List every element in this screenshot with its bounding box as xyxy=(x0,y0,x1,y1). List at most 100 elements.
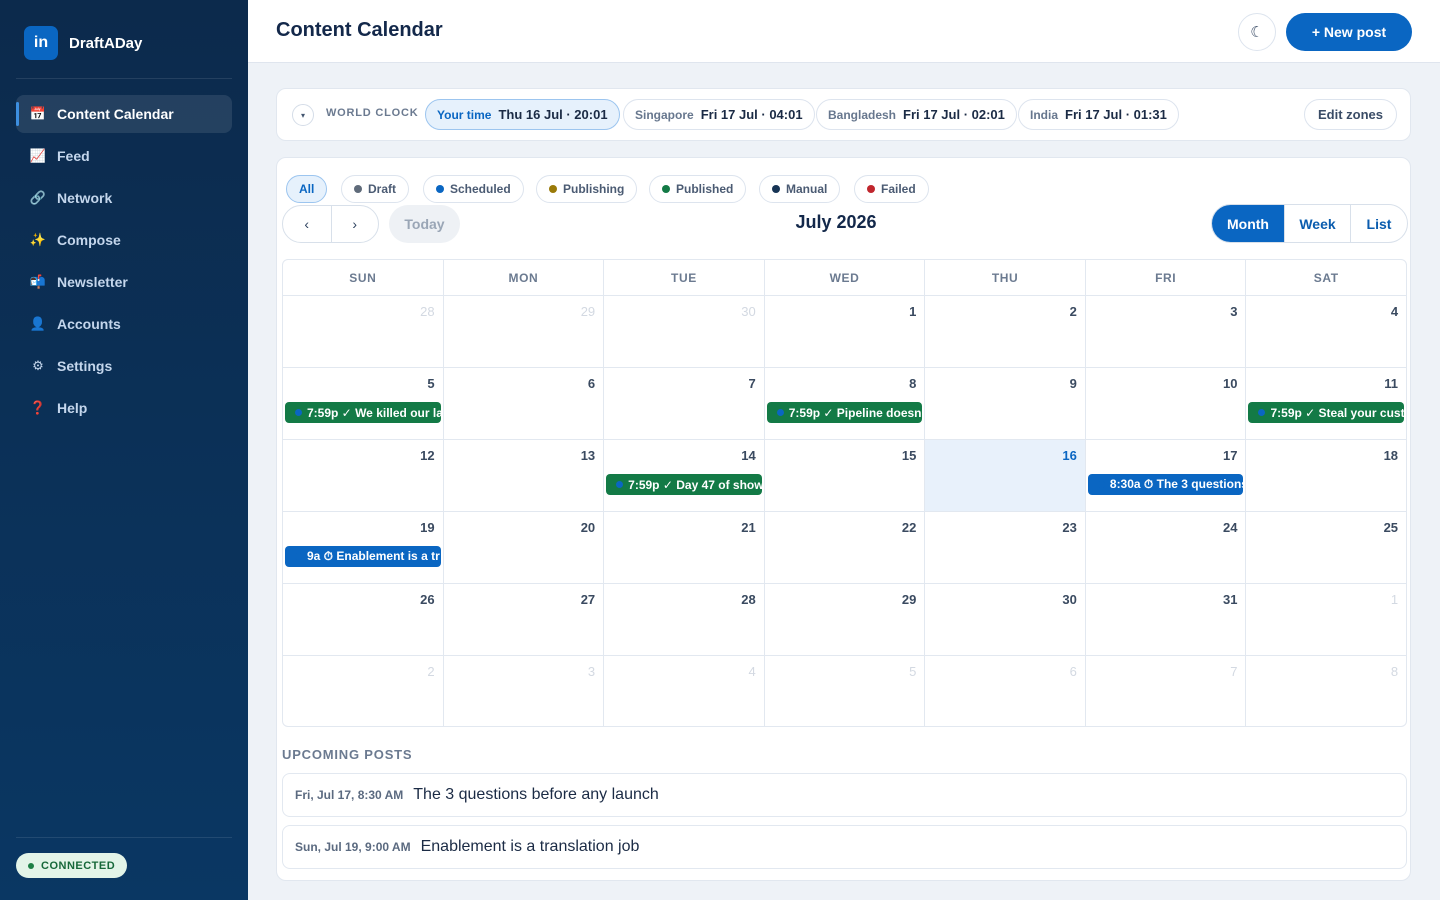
day-cell[interactable]: 3 xyxy=(1084,296,1246,367)
day-cell[interactable]: 15 xyxy=(763,440,925,511)
sidebar-item-settings[interactable]: ⚙ Settings xyxy=(16,347,232,385)
filter-manual[interactable]: Manual xyxy=(759,175,841,203)
calendar-event[interactable]: 7:59p ✓ Pipeline doesn't xyxy=(766,402,923,423)
view-week-button[interactable]: Week xyxy=(1284,205,1350,242)
view-month-button[interactable]: Month xyxy=(1212,205,1284,242)
edit-zones-button[interactable]: Edit zones xyxy=(1304,99,1397,130)
day-cell[interactable]: 4 xyxy=(1245,296,1406,367)
day-cell[interactable]: 31 xyxy=(1084,584,1246,655)
day-number: 23 xyxy=(1062,520,1077,535)
day-number: 7 xyxy=(748,376,756,391)
day-cell[interactable]: 29 xyxy=(442,296,604,367)
upcoming-post-row[interactable]: Fri, Jul 17, 8:30 AM The 3 questions befo… xyxy=(282,773,1407,817)
week-row: 19 9a ⏱ Enablement is a tr 20 21 22 23 24 25 xyxy=(283,512,1406,584)
day-cell[interactable]: 24 xyxy=(1084,512,1246,583)
day-number: 8 xyxy=(1390,664,1399,679)
moon-icon: ☾ xyxy=(1250,24,1264,41)
day-cell[interactable]: 27 xyxy=(442,584,604,655)
day-number: 7 xyxy=(1230,664,1238,679)
day-cell[interactable]: 9 xyxy=(924,368,1085,439)
day-cell[interactable]: 2 xyxy=(283,656,443,726)
theme-toggle-button[interactable]: ☾ xyxy=(1238,13,1276,51)
sidebar-item-label: Feed xyxy=(57,148,90,164)
world-clock-toggle-button[interactable]: ▾ xyxy=(292,104,314,126)
calendar-event[interactable]: 8:30a ⏱ The 3 questions xyxy=(1087,474,1244,495)
day-cell[interactable]: 28 xyxy=(603,584,764,655)
sidebar-item-accounts[interactable]: 👤 Accounts xyxy=(16,305,232,343)
day-cell[interactable]: 19 9a ⏱ Enablement is a tr xyxy=(283,512,443,583)
day-cell[interactable]: 3 xyxy=(442,656,604,726)
day-cell[interactable]: 17 8:30a ⏱ The 3 questions xyxy=(1084,440,1246,511)
day-cell[interactable]: 2 xyxy=(924,296,1085,367)
day-cell[interactable]: 6 xyxy=(924,656,1085,726)
filter-published[interactable]: Published xyxy=(649,175,747,203)
zone-pill-your-time[interactable]: Your time Thu 16 Jul · 20:01 xyxy=(425,99,620,130)
upcoming-posts-title: UPCOMING POSTS xyxy=(282,747,413,762)
day-cell[interactable]: 30 xyxy=(603,296,764,367)
filter-failed[interactable]: Failed xyxy=(854,175,929,203)
calendar-event[interactable]: 7:59p ✓ We killed our la xyxy=(285,402,441,423)
day-cell[interactable]: 7 xyxy=(1084,656,1246,726)
next-month-button[interactable]: › xyxy=(330,206,379,242)
day-cell-today[interactable]: 16 xyxy=(924,440,1085,511)
upcoming-post-row[interactable]: Sun, Jul 19, 9:00 AM Enablement is a tran… xyxy=(282,825,1407,869)
day-cell[interactable]: 8 7:59p ✓ Pipeline doesn't xyxy=(763,368,925,439)
zone-pill-bangladesh[interactable]: Bangladesh Fri 17 Jul · 02:01 xyxy=(816,99,1017,130)
status-dot-icon xyxy=(436,185,444,193)
day-cell[interactable]: 20 xyxy=(442,512,604,583)
calendar-event[interactable]: 9a ⏱ Enablement is a tr xyxy=(285,546,441,567)
day-cell[interactable]: 30 xyxy=(924,584,1085,655)
linkedin-dot-icon xyxy=(295,409,302,416)
day-cell[interactable]: 11 7:59p ✓ Steal your custo xyxy=(1245,368,1406,439)
day-number: 5 xyxy=(427,376,435,391)
sidebar-item-help[interactable]: ❓ Help xyxy=(16,389,232,427)
day-cell[interactable]: 4 xyxy=(603,656,764,726)
day-number: 29 xyxy=(901,592,917,607)
filter-scheduled[interactable]: Scheduled xyxy=(423,175,524,203)
sidebar-item-content-calendar[interactable]: 📅 Content Calendar xyxy=(16,95,232,133)
calendar-event[interactable]: 7:59p ✓ Day 47 of show xyxy=(606,474,762,495)
upcoming-post-time: Fri, Jul 17, 8:30 AM xyxy=(295,788,404,802)
day-cell[interactable]: 23 xyxy=(924,512,1085,583)
prev-month-button[interactable]: ‹ xyxy=(283,206,331,242)
view-list-button[interactable]: List xyxy=(1350,205,1407,242)
day-cell[interactable]: 18 xyxy=(1245,440,1406,511)
filter-label: Publishing xyxy=(563,182,625,196)
day-cell[interactable]: 1 xyxy=(1245,584,1406,655)
day-cell[interactable]: 8 xyxy=(1245,656,1406,726)
zone-pill-singapore[interactable]: Singapore Fri 17 Jul · 04:01 xyxy=(623,99,815,130)
day-cell[interactable]: 5 xyxy=(763,656,925,726)
brand-logo-icon: in xyxy=(24,26,58,60)
day-cell[interactable]: 29 xyxy=(763,584,925,655)
day-cell[interactable]: 21 xyxy=(603,512,764,583)
day-cell[interactable]: 5 7:59p ✓ We killed our la xyxy=(283,368,443,439)
sidebar-item-newsletter[interactable]: 📬 Newsletter xyxy=(16,263,232,301)
new-post-button[interactable]: + New post xyxy=(1286,13,1412,51)
month-grid: SUN MON TUE WED THU FRI SAT 28 29 30 1 2 3 4 5 7:59p ✓… xyxy=(282,259,1407,727)
day-cell[interactable]: 26 xyxy=(283,584,443,655)
today-button[interactable]: Today xyxy=(389,205,460,243)
day-cell[interactable]: 6 xyxy=(442,368,604,439)
day-cell[interactable]: 10 xyxy=(1084,368,1246,439)
day-cell[interactable]: 1 xyxy=(763,296,925,367)
day-number: 26 xyxy=(420,592,435,607)
day-cell[interactable]: 22 xyxy=(763,512,925,583)
brand[interactable]: in DraftADay xyxy=(24,26,142,60)
day-cell[interactable]: 12 xyxy=(283,440,443,511)
filter-publishing[interactable]: Publishing xyxy=(536,175,638,203)
day-cell[interactable]: 25 xyxy=(1245,512,1406,583)
day-number: 4 xyxy=(748,664,756,679)
day-cell[interactable]: 13 xyxy=(442,440,604,511)
day-cell[interactable]: 14 7:59p ✓ Day 47 of show xyxy=(603,440,764,511)
calendar-event[interactable]: 7:59p ✓ Steal your custo xyxy=(1248,402,1405,423)
filter-all[interactable]: All xyxy=(286,175,328,203)
sidebar-item-feed[interactable]: 📈 Feed xyxy=(16,137,232,175)
status-dot-icon xyxy=(28,862,34,869)
sidebar-item-compose[interactable]: ✨ Compose xyxy=(16,221,232,259)
day-cell[interactable]: 7 xyxy=(603,368,764,439)
zone-name: India xyxy=(1030,107,1059,122)
filter-draft[interactable]: Draft xyxy=(341,175,410,203)
day-cell[interactable]: 28 xyxy=(283,296,443,367)
sidebar-item-network[interactable]: 🔗 Network xyxy=(16,179,232,217)
zone-pill-india[interactable]: India Fri 17 Jul · 01:31 xyxy=(1018,99,1179,130)
